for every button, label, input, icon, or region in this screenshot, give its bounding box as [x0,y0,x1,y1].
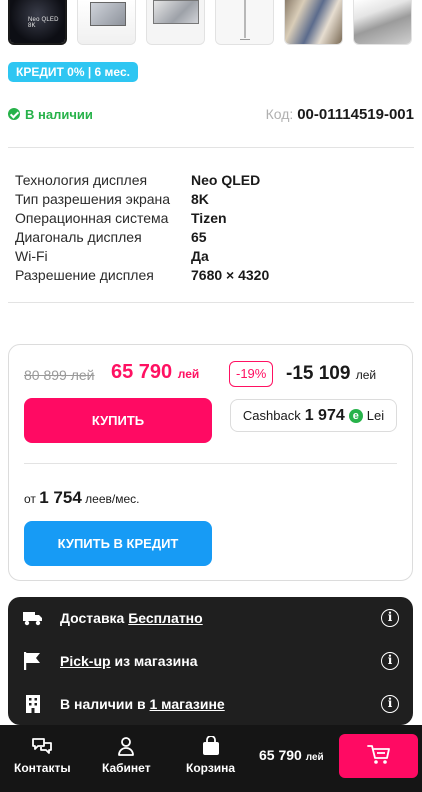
delivery-panel: Доставка Бесплатно i Pick-up из магазина… [8,597,413,725]
delivery-text: Доставка Бесплатно [60,610,203,626]
spec-value: 8K [191,190,209,207]
info-icon[interactable]: i [381,609,399,627]
thumbnail-image [285,0,342,44]
add-to-cart-button[interactable] [339,734,418,778]
cart-total: 65 790 лей [259,747,324,763]
spec-row: Wi-Fi Да [15,246,395,265]
e-coin-icon: e [348,408,363,423]
spec-key: Операционная система [15,209,169,226]
spec-row: Технология дисплея Neo QLED [15,170,395,189]
thumbnail-strip: Neo QLED 8K [8,0,422,46]
buy-on-credit-button[interactable]: КУПИТЬ В КРЕДИТ [24,521,212,566]
stores-link[interactable]: 1 магазине [149,696,224,712]
thumbnail-brand-text: Neo QLED 8K [28,17,59,29]
saving-amount: -15 109 лей [286,363,376,385]
spec-key: Тип разрешения экрана [15,190,171,207]
pickup-row: Pick-up из магазина i [22,648,399,674]
in-stock-status: В наличии [8,107,93,122]
delivery-free-link[interactable]: Бесплатно [128,610,202,626]
spec-list: Технология дисплея Neo QLED Тип разрешени… [15,170,395,284]
in-stock-label: В наличии [25,106,93,122]
old-price: 80 899 лей [24,367,95,383]
cart-icon [366,744,391,769]
discount-badge: -19% [229,361,274,387]
stock-row: В наличии Код: 00-01114519-001 [8,104,414,124]
current-price-value: 65 790 [111,361,173,383]
product-code: Код: 00-01114519-001 [266,106,414,123]
spec-row: Тип разрешения экрана 8K [15,189,395,208]
cashback-label: Cashback [242,408,301,423]
thumbnail-5[interactable] [284,0,343,45]
nav-cart[interactable]: Корзина [186,735,235,775]
check-circle-icon [8,108,20,120]
monthly-suffix: леев/мес. [85,492,140,506]
cashback-currency: Lei [366,408,385,423]
cart-total-value: 65 790 [259,747,302,763]
saving-value: -15 109 [286,363,351,384]
info-icon[interactable]: i [381,652,399,670]
pickup-text: Pick-up из магазина [60,653,197,669]
product-code-label: Код: [265,105,294,122]
spec-key: Технология дисплея [15,171,148,188]
nav-cart-label: Корзина [186,761,236,775]
nav-cabinet-label: Кабинет [102,761,151,775]
price-card: 80 899 лей 65 790 лей -19% -15 109 лей К… [8,344,413,581]
nav-cabinet[interactable]: Кабинет [102,735,151,775]
monthly-prefix: от [24,492,36,506]
nav-contacts-label: Контакты [14,761,71,775]
buy-button[interactable]: КУПИТЬ [24,398,212,443]
nav-contacts[interactable]: Контакты [14,735,71,775]
stores-row: В наличии в 1 магазине i [22,691,399,717]
pickup-label: из магазина [114,653,198,669]
saving-currency: лей [355,368,377,382]
thumbnail-image [354,0,411,44]
product-code-value: 00-01114519-001 [297,105,414,123]
monthly-value: 1 754 [39,488,82,507]
thumbnail-6[interactable] [353,0,412,45]
flag-icon [22,650,44,672]
current-price-currency: лей [177,367,200,381]
tv-image [90,2,126,26]
shopping-bag-icon [202,735,220,757]
stores-label: В наличии в [60,696,146,712]
chat-icon [31,735,53,757]
monthly-payment: от 1 754 леев/мес. [24,488,139,508]
cashback-value: 1 974 [304,406,345,424]
spec-value: Neo QLED [191,171,261,188]
spec-row: Операционная система Tizen [15,208,395,227]
credit-badge: КРЕДИТ 0% | 6 мес. [8,62,138,82]
tv-image [153,0,199,24]
info-icon[interactable]: i [381,695,399,713]
building-icon [22,693,44,715]
tv-stand-foot [240,34,250,40]
thumbnail-1[interactable]: Neo QLED 8K [8,0,67,45]
delivery-row: Доставка Бесплатно i [22,605,399,631]
cart-total-currency: лей [305,752,324,763]
delivery-label: Доставка [60,610,125,626]
divider [8,302,414,303]
thumbnail-4[interactable] [215,0,274,45]
user-icon [117,735,135,757]
truck-icon [22,607,44,629]
spec-value: Да [191,247,209,264]
card-divider [24,463,397,464]
cashback-box: Cashback 1 974 e Lei [230,399,397,432]
spec-value: 7680 × 4320 [191,266,270,283]
divider [8,147,414,148]
spec-key: Диагональ дисплея [15,228,142,245]
spec-row: Разрешение дисплея 7680 × 4320 [15,265,395,284]
stores-text: В наличии в 1 магазине [60,696,225,712]
thumbnail-3[interactable] [146,0,205,45]
spec-value: Tizen [191,209,227,226]
current-price: 65 790 лей [111,361,199,384]
tv-stand-image [244,0,246,38]
spec-key: Разрешение дисплея [15,266,154,283]
thumbnail-2[interactable] [77,0,136,45]
pickup-link[interactable]: Pick-up [60,653,111,669]
spec-row: Диагональ дисплея 65 [15,227,395,246]
spec-value: 65 [191,228,207,245]
bottom-navigation: Контакты Кабинет Корзина 65 790 лей [0,725,422,792]
spec-key: Wi-Fi [15,247,48,264]
